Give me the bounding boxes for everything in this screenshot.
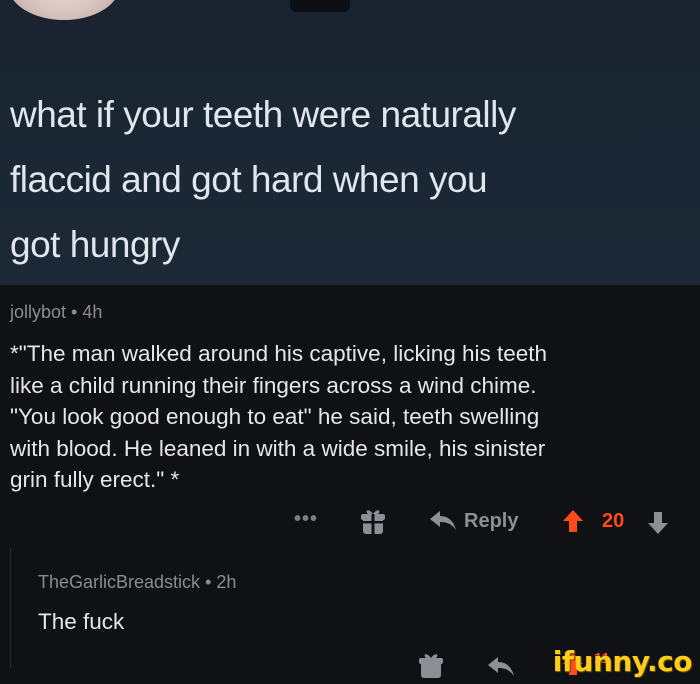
reply-arrow-icon	[430, 511, 456, 530]
comment-age: 4h	[82, 302, 103, 322]
separator-dot: •	[205, 572, 217, 592]
thread-line	[10, 548, 11, 668]
screenshot: what if your teeth were naturally flacci…	[0, 0, 700, 684]
reply-username[interactable]: TheGarlicBreadstick	[38, 572, 200, 592]
ifunny-watermark: ifunny.co	[552, 645, 693, 678]
upvote-button[interactable]	[562, 509, 584, 539]
more-dots-icon[interactable]: •••	[294, 508, 318, 531]
downvote-button[interactable]	[647, 511, 669, 541]
separator-dot: •	[71, 302, 83, 322]
avatar	[8, 0, 120, 20]
reply-button[interactable]: Reply	[428, 508, 518, 534]
upvote-arrow-icon	[563, 510, 583, 532]
reply-age: 2h	[216, 572, 237, 592]
reply-meta: TheGarlicBreadstick • 2h	[38, 572, 236, 593]
redaction-block	[290, 0, 350, 12]
gift-icon[interactable]	[418, 652, 444, 684]
reply-label: Reply	[464, 509, 519, 532]
downvote-arrow-icon	[648, 512, 668, 534]
reply-body: The fuck	[38, 609, 125, 634]
score: 20	[602, 510, 625, 532]
reply-arrow-icon[interactable]	[486, 654, 516, 684]
comment-body: *"The man walked around his captive, lic…	[10, 341, 548, 492]
comment-actions: ••• Reply 20	[290, 508, 690, 538]
tweet-image: what if your teeth were naturally flacci…	[0, 0, 700, 285]
comment-username[interactable]: jollybot	[10, 302, 66, 322]
gift-icon[interactable]	[360, 508, 386, 542]
tweet-text: what if your teeth were naturally flacci…	[10, 94, 516, 265]
comment-meta: jollybot • 4h	[10, 302, 102, 323]
